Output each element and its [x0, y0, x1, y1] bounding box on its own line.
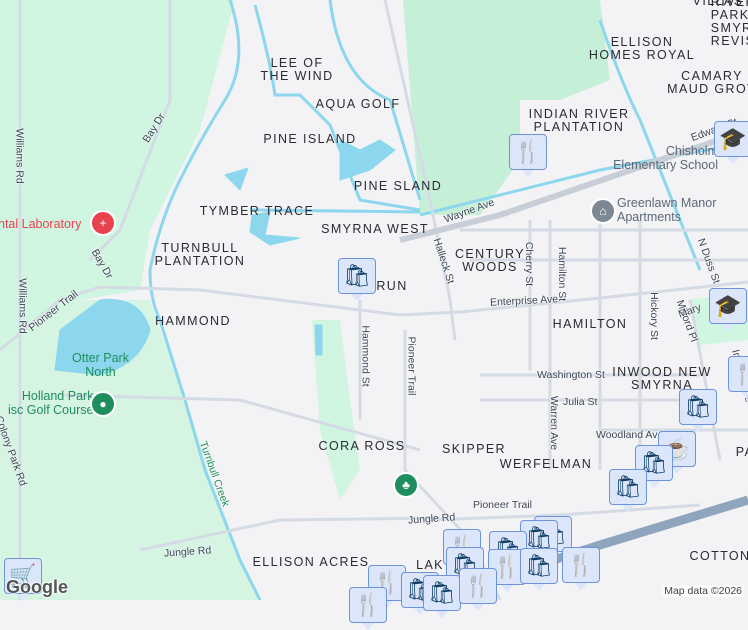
chisholm-school-label[interactable]: Chisholm Elementary School: [608, 144, 718, 172]
neighborhood-label: PINE SLAND: [353, 179, 443, 193]
neighborhood-label: LAK: [416, 558, 444, 572]
neighborhood-label: TYMBER TRACE: [199, 204, 315, 218]
restaurant-icon[interactable]: 🍴: [349, 587, 387, 630]
road-label: Woodland Ave: [596, 429, 664, 441]
restaurant-icon[interactable]: 🍴: [509, 134, 547, 177]
school-icon[interactable]: 🎓: [714, 121, 748, 164]
greenlawn-manor-label[interactable]: Greenlawn Manor Apartments: [617, 196, 716, 224]
school-icon[interactable]: 🎓: [709, 288, 747, 331]
building-pin-icon[interactable]: ⌂: [590, 198, 616, 224]
holland-park-label[interactable]: Holland Park isc Golf Course: [8, 389, 93, 417]
shopping-bag-icon[interactable]: 🛍: [338, 258, 376, 301]
road-label: Williams Rd: [13, 128, 26, 184]
map-attribution[interactable]: Map data ©2026: [662, 585, 744, 597]
otter-park-label[interactable]: Otter Park North: [72, 351, 129, 379]
shopping-bag-icon[interactable]: 🛍: [520, 548, 558, 591]
road-label: Hickory St: [647, 292, 660, 340]
dental-laboratory-label[interactable]: ntal Laboratory: [0, 217, 81, 231]
neighborhood-label: WERFELMAN: [499, 457, 593, 471]
neighborhood-label: RUN: [376, 279, 408, 293]
restaurant-icon[interactable]: 🍴: [459, 568, 497, 611]
restaurant-icon[interactable]: 🍴: [562, 547, 600, 590]
neighborhood-label: COTTON: [689, 549, 748, 563]
road-label: Hammond St: [359, 325, 372, 387]
road-label: Pioneer Trail: [473, 499, 532, 511]
shopping-bag-icon[interactable]: 🛍: [679, 389, 717, 432]
neighborhood-label: PA: [735, 445, 748, 459]
tree-pin-icon[interactable]: ♣: [393, 472, 419, 498]
neighborhood-label: CENTURY WOODS: [455, 247, 525, 274]
road-label: Cherry St: [523, 241, 536, 287]
neighborhood-label: ELLISON HOMES ROYAL: [588, 35, 696, 62]
road-label: Washington St: [537, 369, 605, 381]
road-label: Julia St: [563, 396, 598, 408]
road-label: Pioneer Trail: [405, 336, 418, 396]
road-label: Warren Ave: [548, 395, 561, 451]
park-pin-icon[interactable]: ●: [90, 391, 116, 417]
neighborhood-label: PINE ISLAND: [263, 132, 357, 146]
neighborhood-label: TURNBULL PLANTATION: [154, 241, 246, 268]
neighborhood-label: HAMILTON: [552, 317, 628, 331]
neighborhood-label: RIVERPARK ISMYRREVIS: [710, 0, 748, 48]
road-label: Hamilton St: [556, 246, 569, 302]
shopping-bag-icon[interactable]: 🛍: [423, 575, 461, 618]
neighborhood-label: AQUA GOLF: [315, 97, 401, 111]
neighborhood-label: LEE OF THE WIND: [260, 56, 334, 83]
shopping-bag-icon[interactable]: 🛍: [609, 469, 647, 512]
neighborhood-label: SKIPPER: [442, 442, 506, 456]
neighborhood-label: ELLISON ACRES: [252, 555, 370, 569]
restaurant-icon[interactable]: 🍴: [728, 356, 748, 399]
neighborhood-label: HAMMOND: [155, 314, 231, 328]
map-canvas[interactable]: [0, 0, 748, 600]
neighborhood-label: CAMARY MAUD GROV: [667, 69, 748, 96]
neighborhood-label: INDIAN RIVER PLANTATION: [528, 107, 630, 134]
medical-pin-icon[interactable]: +: [90, 210, 116, 236]
google-logo: Google: [6, 577, 68, 597]
neighborhood-label: CORA ROSS: [318, 439, 406, 453]
neighborhood-label: SMYRNA WEST: [321, 222, 429, 236]
